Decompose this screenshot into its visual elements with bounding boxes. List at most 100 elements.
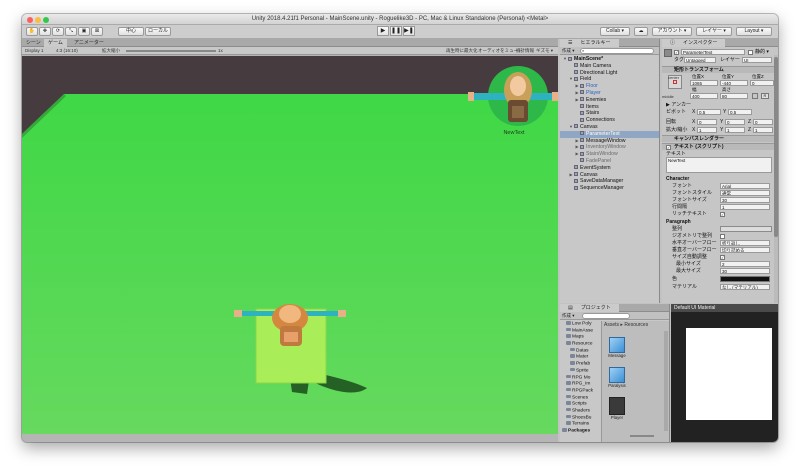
v-overflow-dropdown[interactable]: 切り詰める [720,247,770,253]
hierarchy-item[interactable]: SaveDataManager [560,178,659,185]
scale-x-field[interactable]: 1 [697,127,717,133]
game-viewport[interactable]: NewText [22,56,558,434]
play-button[interactable]: ▶ [377,26,389,36]
gizmos-dropdown[interactable]: ギズモ ▾ [536,47,553,55]
cloud-button[interactable]: ☁ [634,27,648,36]
rotate-tool-button[interactable]: ⟳ [52,27,64,36]
height-field[interactable]: 80 [720,93,748,99]
geometry-checkbox[interactable] [720,234,725,239]
pivot-x-field[interactable]: 0.5 [697,109,721,115]
project-create-button[interactable]: 作成 ▾ [562,312,575,320]
project-folder-item[interactable]: Resource [560,341,600,348]
project-scrollbar[interactable] [664,331,668,431]
icon-size-slider[interactable] [630,435,654,437]
project-folder-item[interactable]: Low Poly [560,321,600,328]
hierarchy-item[interactable]: Stairs [560,110,659,117]
rect-tool-button[interactable]: ▣ [78,27,90,36]
h-overflow-dropdown[interactable]: 折り返し [720,240,770,246]
hierarchy-item[interactable]: Connections [560,117,659,124]
layer-dropdown[interactable]: UI [742,57,772,63]
hierarchy-item[interactable]: Main Camera [560,63,659,70]
project-folder-item[interactable]: ShoesBu [560,414,600,422]
rot-x-field[interactable]: 0 [697,119,717,125]
account-button[interactable]: アカウント ▾ [652,27,692,36]
project-folder-item[interactable]: RPG Mo [560,374,600,382]
layout-button[interactable]: Layout ▾ [736,27,772,36]
static-dropdown[interactable]: 静的 ▾ [755,49,769,55]
hierarchy-item[interactable]: ▶ Floor [560,83,659,90]
project-folder-item[interactable]: Scenes [560,394,600,402]
max-size-field[interactable]: 30 [720,268,770,274]
canvas-renderer-header[interactable]: キャンバスレンダラー [662,135,778,142]
best-fit-checkbox[interactable]: ✓ [720,255,725,260]
scale-y-field[interactable]: 1 [725,127,745,133]
hierarchy-item[interactable]: ▼ Canvas [560,124,659,131]
hierarchy-search-input[interactable]: ⌕ [580,48,654,54]
inspector-tab[interactable]: ⓘ インスペクター [662,39,778,47]
hierarchy-item[interactable]: ▶ Canvas [560,172,659,179]
pivot-y-field[interactable]: 0.5 [728,109,752,115]
project-folder-item[interactable]: Packages [560,428,600,435]
tag-dropdown[interactable]: Untagged [684,57,716,63]
aspect-dropdown[interactable]: 4:3 (16:10) [56,47,78,55]
project-folder-item[interactable]: Scripts [560,401,600,408]
posx-field[interactable]: 1065 [690,80,718,86]
text-enabled-checkbox[interactable]: ✓ [666,145,671,150]
hierarchy-item[interactable]: SequenceManager [560,185,659,192]
tab-scene[interactable]: シーン [22,39,45,47]
hierarchy-item[interactable]: ▶ InventoryWindow [560,144,659,151]
minimize-window-button[interactable] [35,17,41,23]
min-size-field[interactable]: 2 [720,261,770,267]
posz-field[interactable]: 0 [750,80,774,86]
hierarchy-item[interactable]: ▼ Field [560,76,659,83]
project-folder-item[interactable]: Terrains [560,421,600,428]
tab-game[interactable]: ゲーム [44,39,67,47]
display-dropdown[interactable]: Display 1 [25,47,44,55]
hand-tool-button[interactable]: ✋ [26,27,38,36]
maximize-window-button[interactable] [43,17,49,23]
project-folder-item[interactable]: RPGPack [560,387,600,395]
pause-button[interactable]: ❚❚ [390,26,402,36]
inspector-scroll-thumb[interactable] [774,57,778,237]
collab-button[interactable]: Collab ▾ [600,27,630,36]
project-folder-item[interactable]: Maps [560,334,600,341]
rot-y-field[interactable]: 0 [725,119,745,125]
project-tab[interactable]: ▤ プロジェクト [560,304,669,312]
layers-button[interactable]: レイヤー ▾ [696,27,732,36]
font-style-dropdown[interactable]: 通常 [720,190,770,196]
hierarchy-item[interactable]: ▶ StairsWindow [560,151,659,158]
alignment-buttons[interactable] [720,226,772,232]
anchor-foldout[interactable]: ▶ アンカー [666,102,691,108]
breadcrumb-assets[interactable]: Assets [604,322,619,328]
project-folder-item[interactable]: Datas [560,347,600,355]
step-button[interactable]: ▶❚ [403,26,415,36]
project-folder-item[interactable]: Prefab [560,361,600,368]
font-size-field[interactable]: 30 [720,197,770,203]
stats-toggle[interactable]: 統計情報 [516,47,534,55]
pivot-toggle-button[interactable]: 中心 [118,27,144,36]
project-folder-item[interactable]: MainAsse [560,327,600,335]
blueprint-button[interactable] [752,93,758,99]
project-folder-item[interactable]: Shaders [560,407,600,415]
maximize-on-play-toggle[interactable]: 再生時に最大化 [446,47,478,55]
width-field[interactable]: 400 [690,93,718,99]
material-field[interactable]: なし (マテリアル) [720,284,770,290]
project-search-input[interactable] [582,313,630,319]
project-folder-item[interactable]: RPG_Im [560,381,600,388]
hierarchy-item[interactable]: ▶ MessageWindow [560,138,659,145]
object-name-field[interactable]: ParameterText [681,49,745,55]
hierarchy-item[interactable]: FadePanel [560,158,659,165]
hierarchy-tab[interactable]: ☰ ヒエラルキー [560,39,659,47]
scale-z-field[interactable]: 1 [753,127,773,133]
rich-text-checkbox[interactable]: ✓ [720,212,725,217]
breadcrumb-resources[interactable]: Resources [624,322,648,328]
color-swatch[interactable] [720,276,770,282]
move-tool-button[interactable]: ✥ [39,27,51,36]
hierarchy-item[interactable]: Directional Light [560,70,659,77]
static-checkbox[interactable] [748,50,753,55]
hierarchy-item[interactable]: EventSystem [560,165,659,172]
project-folder-item[interactable]: Mater [560,354,600,361]
posy-field[interactable]: -440 [720,80,748,86]
active-checkbox[interactable]: ✓ [674,50,679,55]
close-window-button[interactable] [27,17,33,23]
